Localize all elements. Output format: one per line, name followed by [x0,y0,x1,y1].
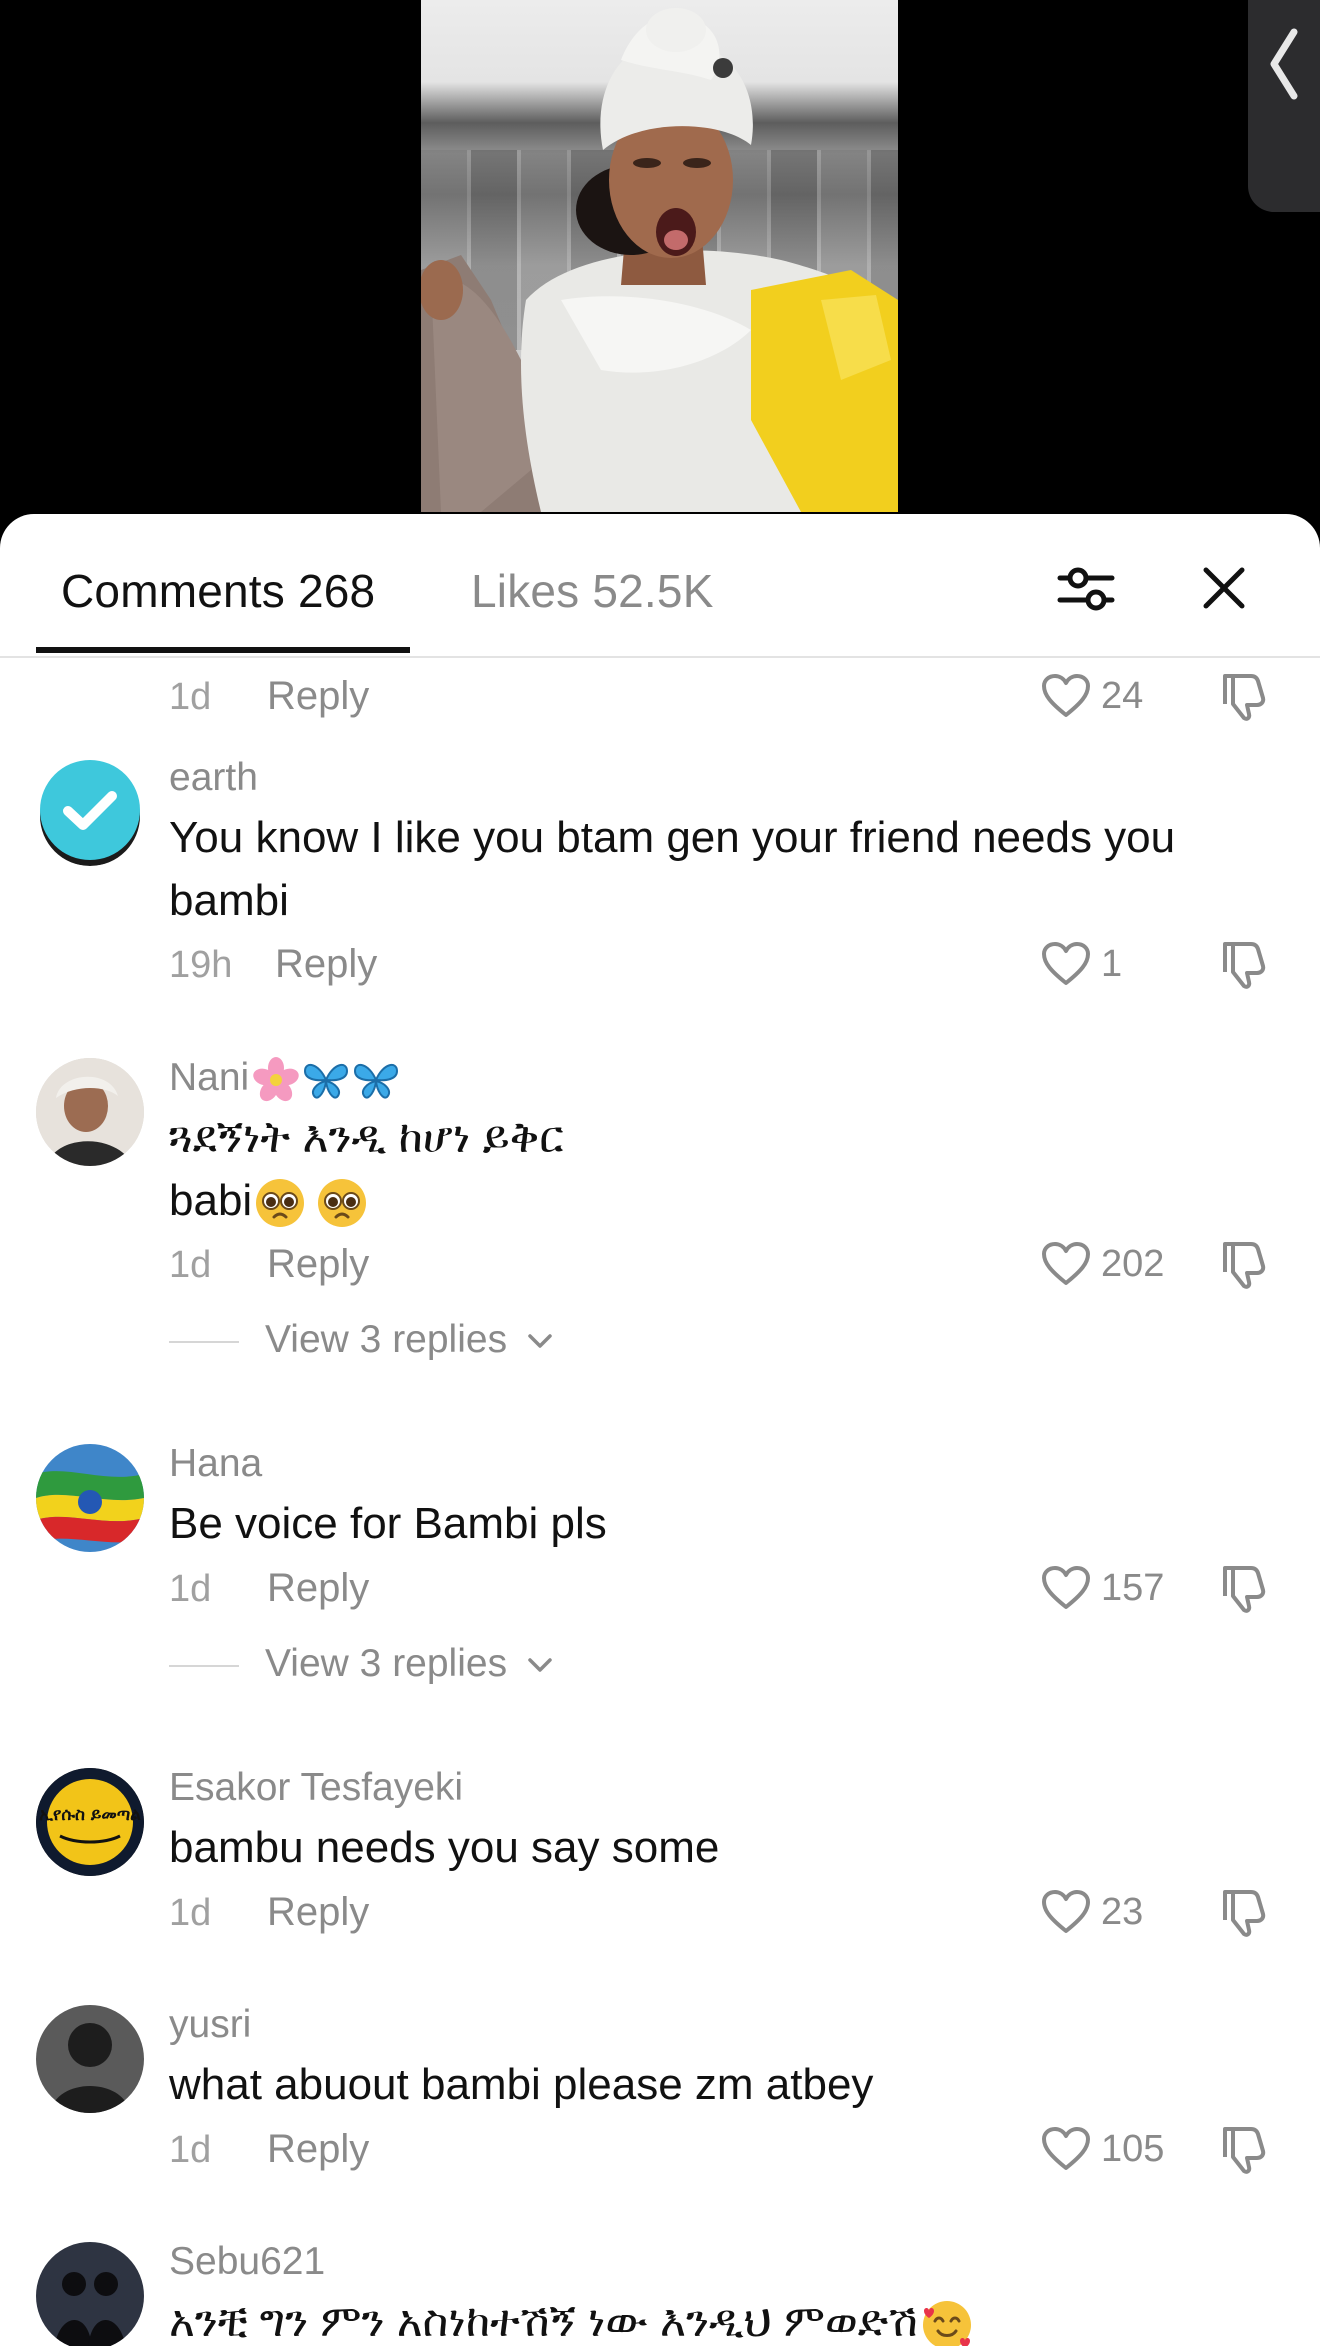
view-replies-label: View 3 replies [265,1318,508,1361]
comment-text: ጓደኝነት እንዲ ከሆነ ይቅር babi [169,1106,1279,1232]
comment-text: what abuout bambi please zm atbey [169,2060,874,2109]
like-count: 24 [1101,674,1144,717]
comment-username[interactable]: earth [169,756,258,800]
verified-badge-icon [40,760,140,866]
comment-username[interactable]: Sebu621 [169,2240,325,2284]
chevron-down-icon [528,1334,552,1348]
view-replies-label: View 3 replies [265,1642,508,1685]
like-button[interactable]: 24 [1041,668,1143,724]
comment-time: 1d [169,1568,212,1610]
avatar-photo [36,2005,144,2113]
video-player[interactable] [0,0,1320,520]
replies-divider [169,1665,239,1667]
avatar[interactable] [36,1058,144,1166]
avatar[interactable]: ኢየሱስ ይመጣል [36,1768,144,1876]
like-count: 157 [1101,1566,1165,1609]
comment-time: 1d [169,1892,212,1934]
comment-text: You know I like you btam gen your friend… [169,813,1176,925]
comment-meta-row: 1d Reply 157 [169,1560,1309,1616]
reply-button[interactable]: Reply [267,1242,369,1287]
comment-time: 1d [169,2129,212,2171]
pleading-face-emoji-icon [256,1179,305,1228]
view-replies-button[interactable]: View 3 replies [169,1639,669,1689]
replies-divider [169,1341,239,1343]
heart-outline-icon [1042,674,1090,717]
heart-outline-icon [1042,1890,1090,1933]
like-count: 202 [1101,1242,1165,1285]
like-button[interactable]: 105 [1041,2121,1164,2177]
pleading-face-emoji-icon [318,1179,367,1228]
heart-outline-icon [1042,1242,1090,1285]
comment-time: 1d [169,1244,212,1286]
heart-outline-icon [1042,942,1090,985]
avatar-badge: ኢየሱስ ይመጣል [36,1768,144,1876]
butterfly-emoji-icon [354,1063,399,1099]
flower-emoji-icon [253,1056,299,1101]
comment-text: Be voice for Bambi pls [169,1499,607,1548]
view-replies-button[interactable]: View 3 replies [169,1315,669,1365]
thumbs-down-icon[interactable] [1219,1238,1271,1290]
comment-text-segment: አንቺ ግን ምን አስነከተሽኝ ነው እንዲህ ምወድሽ [169,2297,918,2346]
like-button[interactable]: 1 [1041,936,1122,992]
comment-meta-row: 1d Reply 24 [169,668,1309,724]
avatar[interactable] [36,758,144,866]
side-panel-handle[interactable] [1248,0,1320,212]
sliders-icon[interactable] [1056,558,1116,618]
avatar-photo [36,1058,144,1166]
ethiopian-flag-avatar [36,1444,144,1552]
thumbs-down-icon[interactable] [1219,2123,1271,2175]
tab-comments[interactable]: Comments 268 [61,564,375,618]
comments-tab-bar: Comments 268 Likes 52.5K [0,514,1320,658]
comment-meta-row: 19h Reply 1 [169,936,1309,992]
chevron-left-icon [1270,28,1298,100]
like-count: 105 [1101,2127,1165,2170]
thumbs-down-icon[interactable] [1219,1562,1271,1614]
like-count: 23 [1101,1890,1144,1933]
chevron-down-icon [528,1658,552,1672]
username-text: Nani [169,1056,250,1099]
comment-username[interactable]: Hana [169,1442,262,1486]
reply-button[interactable]: Reply [275,942,377,987]
avatar-badge-text: ኢየሱስ ይመጣል [39,1805,141,1825]
heart-outline-icon [1042,2127,1090,2170]
like-button[interactable]: 202 [1041,1236,1164,1292]
avatar[interactable] [36,2242,144,2346]
close-icon[interactable] [1196,560,1252,616]
like-count: 1 [1101,942,1123,985]
thumbs-down-icon[interactable] [1219,938,1271,990]
reply-button[interactable]: Reply [267,674,369,719]
reply-button[interactable]: Reply [267,1566,369,1611]
heart-outline-icon [1042,1566,1090,1609]
comments-sheet: Comments 268 Likes 52.5K 1d Reply 24 ear… [0,514,1320,2346]
like-button[interactable]: 23 [1041,1884,1143,1940]
comment-text-line: ጓደኝነት እንዲ ከሆነ ይቅር [169,1113,564,1162]
avatar[interactable] [36,2005,144,2113]
comment-username[interactable]: Esakor Tesfayeki [169,1766,463,1810]
comment-meta-row: 1d Reply 23 [169,1884,1309,1940]
comment-time: 19h [169,944,233,986]
reply-button[interactable]: Reply [267,1890,369,1935]
active-tab-indicator [36,647,410,653]
comment-text: አንቺ ግን ምን አስነከተሽኝ ነው እንዲህ ምወድሽ [169,2290,1279,2346]
comment-username[interactable]: Nani [169,1056,401,1103]
comment-meta-row: 1d Reply 105 [169,2121,1309,2177]
comment-time: 1d [169,676,212,718]
thumbs-down-icon[interactable] [1219,670,1271,722]
smiling-face-with-hearts-emoji-icon [922,2301,971,2346]
comment-text-segment: babi [169,1176,253,1225]
video-person-image [421,8,898,512]
butterfly-emoji-icon [304,1063,349,1099]
avatar-photo [36,2242,144,2346]
tab-likes[interactable]: Likes 52.5K [471,564,714,618]
comment-text-line: babi [169,1169,1279,1232]
comment-meta-row: 1d Reply 202 [169,1236,1309,1292]
comment-text: bambu needs you say some [169,1823,720,1872]
like-button[interactable]: 157 [1041,1560,1164,1616]
reply-button[interactable]: Reply [267,2127,369,2172]
thumbs-down-icon[interactable] [1219,1886,1271,1938]
avatar[interactable] [36,1444,144,1552]
comment-username[interactable]: yusri [169,2003,251,2047]
video-thumbnail [421,0,898,512]
